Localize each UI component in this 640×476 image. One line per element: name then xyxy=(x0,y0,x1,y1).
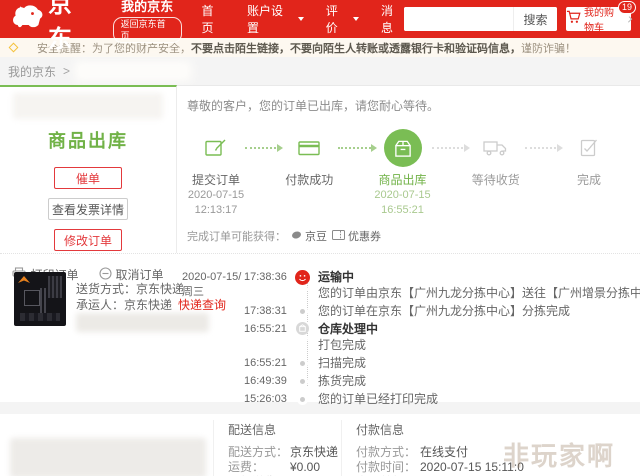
jd-logo-text: 京东 xyxy=(48,0,74,53)
bean-icon xyxy=(291,230,302,243)
order-progress-area: 尊敬的客户，您的订单已出库，请您耐心等待。 提交订单 2020-07-15 12… xyxy=(177,85,640,253)
search-input[interactable] xyxy=(404,7,514,31)
shipment-tracking-section: 送货方式：京东快递 承运人：京东快递 快递查询 2020-07-15/周三 17:… xyxy=(0,253,640,406)
form-pencil-icon xyxy=(205,128,227,168)
tracking-row: 2020-07-15/周三 17:38:36 运输中 您的订单由京东【广州九龙分… xyxy=(182,270,640,300)
order-card: 商品出库 催单 查看发票详情 修改订单 打印订单 xyxy=(0,85,640,406)
view-invoice-button[interactable]: 查看发票详情 xyxy=(48,198,128,220)
product-image[interactable] xyxy=(14,272,66,326)
delivery-info-title: 配送信息 xyxy=(228,423,277,437)
warehouse-icon xyxy=(296,322,309,340)
progress-steps: 提交订单 2020-07-15 12:13:17 付款成功 商品出库 2020-… xyxy=(187,128,640,218)
cart-button[interactable]: 我的购物车 19 xyxy=(566,1,637,34)
step-connector xyxy=(338,144,377,152)
timeline-dot-icon xyxy=(300,309,305,314)
aorus-logo-icon xyxy=(18,276,30,283)
timeline-dot-icon xyxy=(300,379,305,384)
jd-delivery-icon xyxy=(295,270,310,290)
order-status-title: 商品出库 xyxy=(48,131,128,151)
tracking-row: 17:38:31 您的订单在京东【广州九龙分拣中心】分拣完成 xyxy=(244,304,571,318)
cart-count-badge: 19 xyxy=(618,1,637,14)
chevron-down-icon xyxy=(297,17,304,21)
order-detail-page: 京东 我的京东 返回京东首页 首页 账户设置 评价 消息 搜索 我的购物车 19… xyxy=(0,0,640,476)
nav-home[interactable]: 首页 xyxy=(202,2,225,36)
tracking-timeline: 2020-07-15/周三 17:38:36 运输中 您的订单由京东【广州九龙分… xyxy=(182,270,640,410)
step-connector xyxy=(245,144,284,152)
tracking-row: 16:55:21 仓库处理中 打包完成 xyxy=(244,322,379,352)
breadcrumb: 我的京东 > xyxy=(0,57,640,85)
info-row: 配送方式： 京东快递 xyxy=(228,445,339,459)
my-jd-home[interactable]: 我的京东 返回京东首页 xyxy=(112,0,182,43)
clipboard-check-icon xyxy=(580,128,598,168)
step-complete: 完成 xyxy=(560,128,618,188)
nav-account-settings[interactable]: 账户设置 xyxy=(247,2,304,36)
modify-order-button[interactable]: 修改订单 xyxy=(54,229,122,251)
payment-card-icon xyxy=(298,128,320,168)
cart-icon xyxy=(566,10,581,29)
order-greeting: 尊敬的客户，您的订单已出库，请您耐心等待。 xyxy=(187,99,440,113)
payment-info-title: 付款信息 xyxy=(356,423,405,437)
search-box: 搜索 xyxy=(404,7,558,31)
tracking-row: 15:26:03 您的订单已经打印完成 xyxy=(244,392,439,406)
step-awaiting-delivery: 等待收货 xyxy=(467,128,525,188)
package-icon xyxy=(383,129,422,167)
chevron-down-icon xyxy=(352,17,359,21)
order-status-panel: 商品出库 催单 查看发票详情 修改订单 打印订单 xyxy=(0,85,177,282)
chevron-right-icon xyxy=(625,15,633,23)
step-connector xyxy=(431,144,471,152)
top-nav: 首页 账户设置 评价 消息 xyxy=(202,2,405,36)
nav-messages[interactable]: 消息 xyxy=(381,2,404,36)
my-jd-title[interactable]: 我的京东 xyxy=(121,0,173,15)
step-connector xyxy=(524,144,564,152)
info-row: 运费： ¥0.00 xyxy=(228,460,321,474)
truck-icon xyxy=(483,128,509,168)
step-submit-order: 提交订单 2020-07-15 12:13:17 xyxy=(187,128,245,218)
nav-reviews[interactable]: 评价 xyxy=(326,2,359,36)
redacted-order-info xyxy=(13,93,163,119)
top-header: 京东 我的京东 返回京东首页 首页 账户设置 评价 消息 搜索 我的购物车 19 xyxy=(0,0,640,53)
redacted-recipient-info xyxy=(10,438,206,476)
coupon-ticket-icon xyxy=(332,229,345,243)
jd-bean-reward: 京豆 xyxy=(291,228,327,244)
breadcrumb-my-jd[interactable]: 我的京东 xyxy=(8,63,56,80)
jd-dog-icon xyxy=(10,3,44,35)
delivery-info: 配送信息 配送方式：京东快递 运费：¥0.00 期望送货日期：2020-07-1… xyxy=(228,421,373,476)
back-home-link[interactable]: 返回京东首页 xyxy=(112,16,182,43)
ship-method-line: 送货方式：京东快递 xyxy=(76,282,185,296)
search-button[interactable]: 搜索 xyxy=(513,7,558,31)
info-row: 付款时间： 2020-07-15 15:11:0 xyxy=(356,460,524,474)
coupon-reward: 优惠券 xyxy=(332,228,381,244)
order-info-footer: 配送信息 配送方式：京东快递 运费：¥0.00 期望送货日期：2020-07-1… xyxy=(0,414,640,476)
timeline-dot-icon xyxy=(300,361,305,366)
timeline-dot-icon xyxy=(300,397,305,402)
urge-order-button[interactable]: 催单 xyxy=(54,167,122,189)
tracking-row: 16:49:39 拣货完成 xyxy=(244,374,367,388)
breadcrumb-separator: > xyxy=(63,64,71,78)
step-payment-success: 付款成功 xyxy=(280,128,338,188)
order-rewards: 完成订单可能获得： 京豆 优惠券 xyxy=(187,228,640,244)
tracking-row: 16:55:21 扫描完成 xyxy=(244,356,367,370)
info-row: 付款方式： 在线支付 xyxy=(356,445,469,459)
jd-logo[interactable]: 京东 xyxy=(10,0,99,54)
payment-info: 付款信息 付款方式：在线支付 付款时间：2020-07-15 15:11:0 商… xyxy=(356,421,524,476)
redacted-order-number xyxy=(77,63,190,79)
step-goods-shipped: 商品出库 2020-07-15 16:55:21 xyxy=(374,128,432,218)
